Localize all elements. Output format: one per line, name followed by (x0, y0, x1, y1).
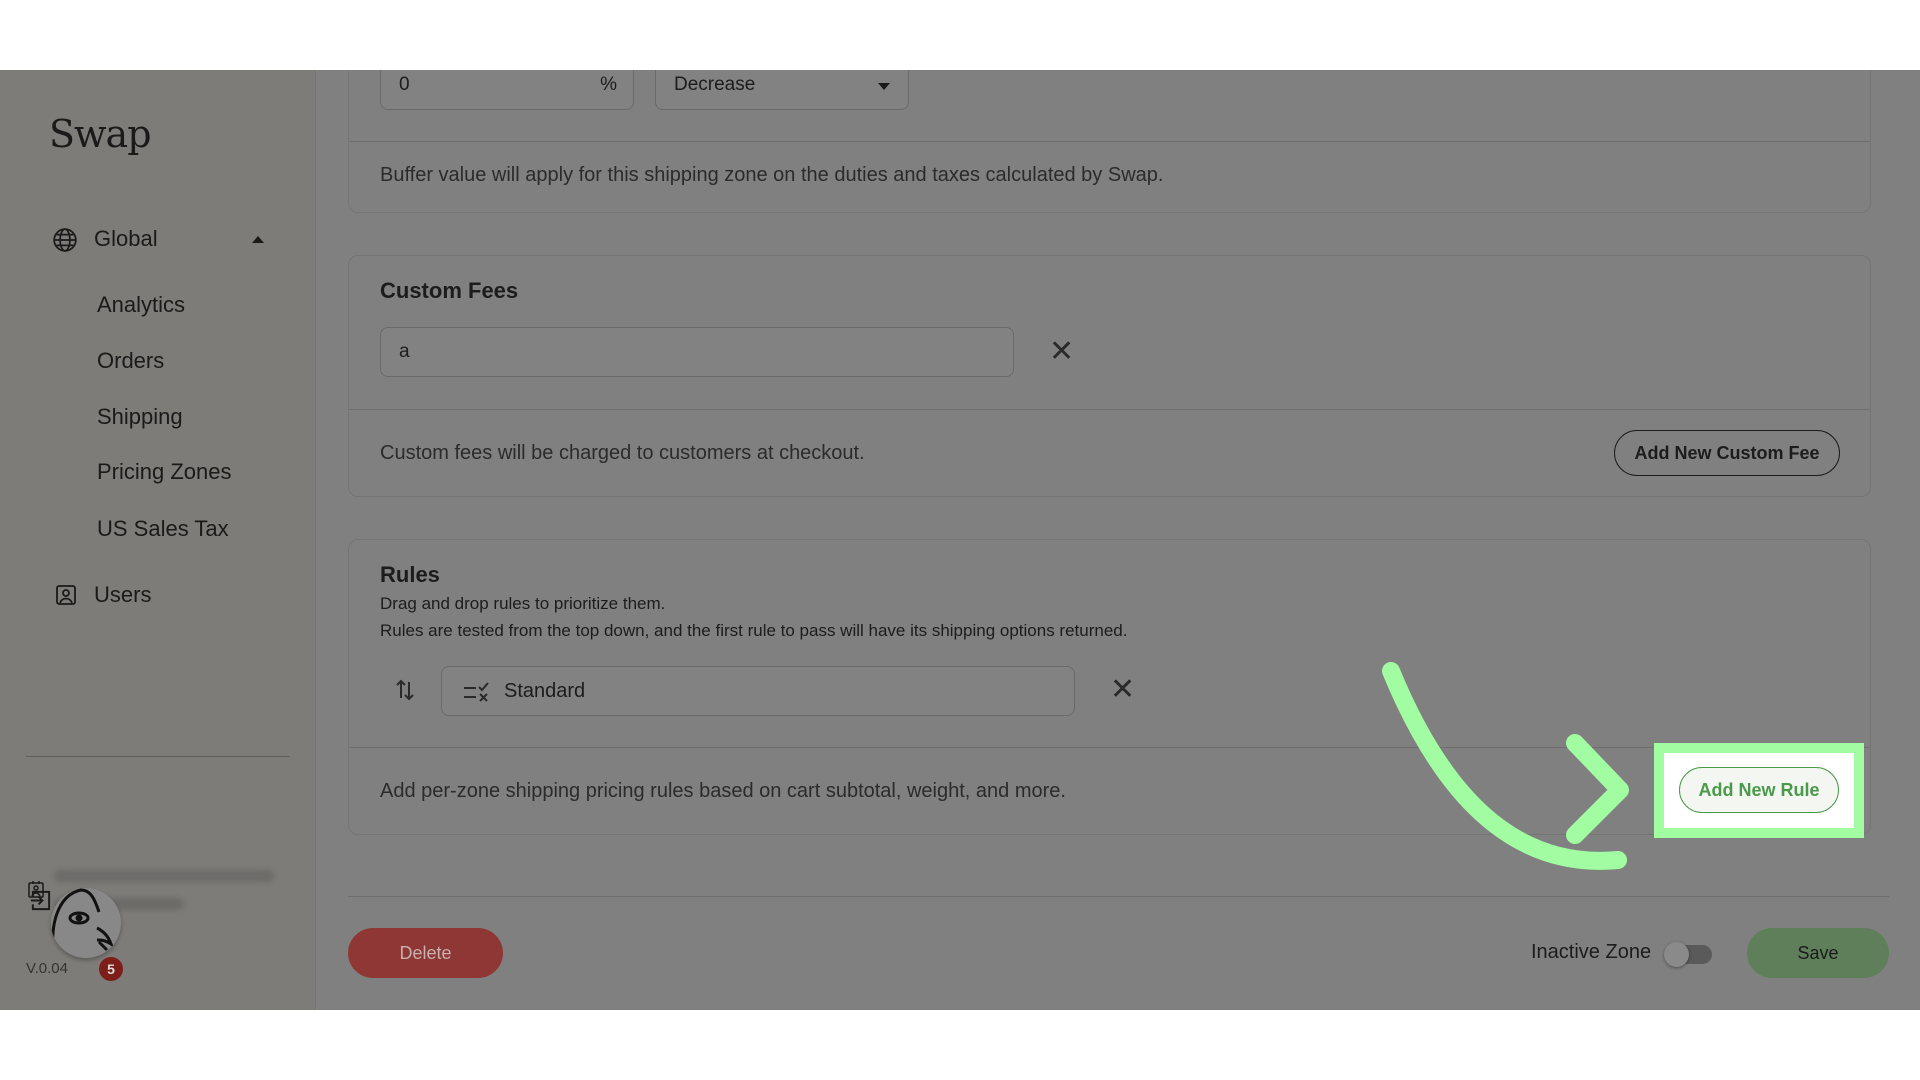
toggle-knob (1664, 942, 1689, 967)
save-button[interactable]: Save (1747, 928, 1889, 978)
divider (348, 896, 1889, 897)
inactive-zone-label: Inactive Zone (1531, 941, 1652, 963)
delete-button[interactable]: Delete (348, 928, 503, 978)
inactive-zone-toggle[interactable] (1664, 942, 1712, 967)
add-new-rule-button[interactable]: Add New Rule (1679, 767, 1839, 813)
app: Swap Global Analytics Orders Shipping Pr… (0, 70, 1920, 1010)
annotation-arrow-icon (1382, 662, 1629, 870)
